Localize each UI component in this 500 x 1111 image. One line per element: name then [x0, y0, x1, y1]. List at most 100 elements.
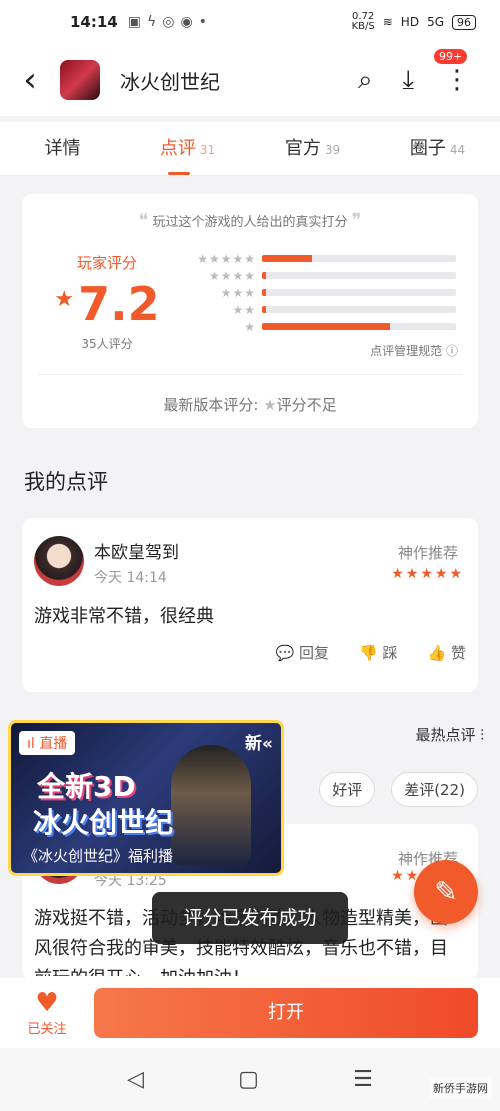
signal-icon: 5G	[427, 15, 444, 29]
wifi-icon: ≋	[382, 15, 393, 29]
live-game-title: 冰火创世纪	[33, 806, 174, 839]
tab-circle[interactable]: 圈子 44	[375, 122, 500, 175]
sort-hot-button[interactable]: 最热点评 ⫶	[415, 724, 484, 745]
system-nav-bar: ◁ ▢ ☰	[0, 1048, 500, 1111]
battery-icon: 96	[452, 14, 476, 30]
latest-version-rating: 最新版本评分: ★评分不足	[163, 396, 337, 414]
tab-bar: 详情 点评 31 官方 39 圈子 44	[0, 122, 500, 176]
thumbs-down-icon: 👎	[359, 644, 378, 662]
open-game-button[interactable]: 打开	[94, 988, 478, 1038]
rating-distribution: ★★★★★ ★★★★ ★★★ ★★ ★	[170, 250, 462, 335]
back-arrow-icon[interactable]: ‹	[0, 60, 60, 100]
like-button[interactable]: 👍 赞	[428, 642, 466, 663]
rating-bar-fill	[262, 323, 391, 330]
watermark-logo: 新侨手游网	[429, 1078, 492, 1098]
hd-icon: HD	[400, 15, 420, 29]
review-time: 今天 14:14	[94, 570, 167, 586]
rating-bar-track	[262, 289, 456, 296]
rating-bar-track	[262, 272, 456, 279]
status-bar: 14:14 ▣ ϟ ◎ ◉ • 0.72 KB/S ≋ HD 5G 96	[0, 0, 500, 44]
home-square-icon[interactable]: ▢	[238, 1067, 259, 1092]
reply-button[interactable]: 💬 回复	[276, 642, 329, 663]
rating-bar-fill	[262, 255, 313, 262]
quote-open-icon: ❝	[138, 210, 149, 231]
hero-image	[171, 745, 251, 865]
comment-icon: 💬	[275, 644, 295, 662]
my-review-card[interactable]: 本欧皇驾到 今天 14:14 神作推荐 ★★★★★ 游戏非常不错，很经典 💬 回…	[22, 518, 478, 692]
rating-bar-track	[262, 323, 456, 330]
live-headline: 全新3D	[37, 770, 136, 803]
app-notif-icon: ◎	[162, 14, 175, 30]
back-triangle-icon[interactable]: ◁	[127, 1067, 144, 1092]
tab-details[interactable]: 详情	[0, 122, 125, 175]
rating-bar-row: ★★	[170, 301, 462, 318]
live-stream-popup[interactable]: ıl 直播 新« 全新3D 冰火创世纪 《冰火创世纪》福利播	[8, 720, 284, 876]
rating-bar-row: ★★★★★	[170, 250, 462, 267]
thumbs-up-icon: 👍	[427, 644, 447, 662]
manage-rules-link[interactable]: 点评管理规范 ⓘ	[370, 342, 458, 359]
recents-menu-icon[interactable]: ☰	[353, 1067, 373, 1092]
review-stars: ★★★★★	[391, 566, 464, 582]
network-speed: 0.72 KB/S	[351, 11, 375, 32]
heart-plus-icon: ♥	[35, 987, 59, 1018]
star-icon: ★	[54, 287, 75, 312]
write-review-button[interactable]: ✎	[414, 860, 478, 924]
divider	[38, 374, 462, 375]
app-notif-icon: ϟ	[146, 14, 157, 30]
review-content: 游戏非常不错，很经典	[34, 606, 214, 627]
more-vertical-icon: ⋮	[444, 65, 470, 95]
notification-badge: 99+	[434, 49, 468, 64]
more-menu-button[interactable]: ⋮ 99+	[434, 49, 470, 95]
rating-bar-stars: ★★★	[220, 285, 256, 300]
avatar[interactable]	[34, 536, 84, 586]
rating-bar-row: ★★★★	[170, 267, 462, 284]
more-dot-icon: •	[198, 14, 207, 30]
rating-bar-fill	[262, 306, 266, 313]
filter-icon: ⫶	[480, 726, 484, 744]
double-chevron-icon: «	[262, 734, 273, 754]
search-icon[interactable]: ⌕	[358, 65, 373, 96]
my-review-heading: 我的点评	[24, 470, 108, 494]
rating-count: 35人评分	[81, 337, 133, 351]
rating-bar-fill	[262, 272, 266, 279]
tab-official[interactable]: 官方 39	[250, 122, 375, 175]
rating-bar-stars: ★★	[232, 302, 256, 317]
dislike-button[interactable]: 👎 踩	[359, 642, 397, 663]
rating-bar-stars: ★★★★	[208, 268, 256, 283]
rating-bar-stars: ★	[244, 319, 256, 334]
bottom-action-bar: ♥ 已关注 打开	[0, 978, 500, 1048]
top-nav: ‹ 冰火创世纪 ⌕ ⤓ ⋮ 99+	[0, 44, 500, 116]
review-tag: 神作推荐	[397, 544, 458, 562]
rating-bar-track	[262, 255, 456, 262]
download-icon[interactable]: ⤓	[403, 65, 415, 96]
page-title: 冰火创世纪	[120, 69, 220, 94]
rating-bar-track	[262, 306, 456, 313]
score-label: 玩家评分	[76, 254, 137, 272]
pencil-icon: ✎	[434, 875, 458, 908]
new-badge: 新«	[245, 734, 273, 754]
follow-button[interactable]: ♥ 已关注	[0, 990, 94, 1037]
star-outline-icon: ★	[263, 396, 277, 414]
score-value: ★7.2	[54, 277, 160, 331]
rating-bar-row: ★★★	[170, 284, 462, 301]
rating-bar-row: ★	[170, 318, 462, 335]
live-subtitle: 《冰火创世纪》福利播	[23, 847, 174, 865]
review-actions: 💬 回复 👎 踩 👍 赞	[276, 642, 466, 663]
filter-chip-negative[interactable]: 差评(22)	[391, 772, 478, 807]
rating-card: ❝ 玩过这个游戏的人给出的真实打分 ❞ 玩家评分 ★7.2 35人评分 ★★★★…	[22, 194, 478, 428]
app-notif-icon: ◉	[180, 14, 193, 30]
game-icon	[60, 60, 100, 100]
live-bars-icon: ıl	[27, 736, 35, 752]
rating-bar-stars: ★★★★★	[197, 251, 256, 266]
help-icon: ⓘ	[445, 344, 458, 358]
rating-bar-fill	[262, 289, 266, 296]
reviewer-name[interactable]: 本欧皇驾到	[94, 538, 179, 563]
filter-chip-positive[interactable]: 好评	[319, 772, 376, 807]
tab-reviews[interactable]: 点评 31	[125, 122, 250, 175]
score-summary: 玩家评分 ★7.2 35人评分	[42, 252, 172, 352]
rating-quote: ❝ 玩过这个游戏的人给出的真实打分 ❞	[138, 210, 362, 231]
app-notif-icon: ▣	[127, 14, 141, 30]
notification-icons: ▣ ϟ ◎ ◉ •	[128, 14, 207, 30]
clock: 14:14	[70, 13, 118, 31]
success-toast: 评分已发布成功	[152, 892, 348, 944]
